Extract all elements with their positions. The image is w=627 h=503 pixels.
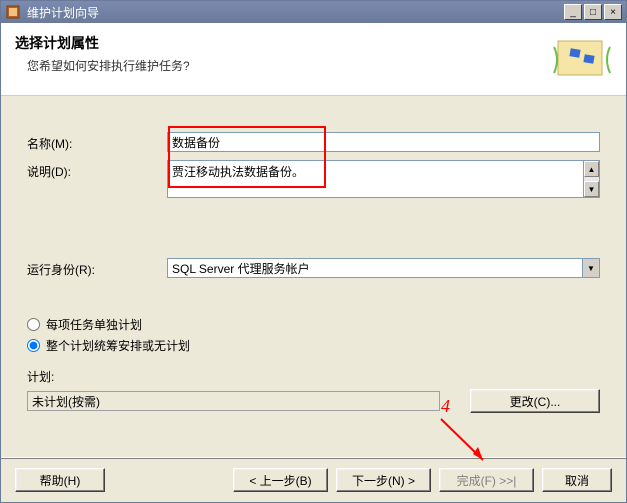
header-illustration-icon [552, 33, 612, 85]
chevron-down-icon[interactable]: ▼ [583, 258, 600, 278]
body-panel: 名称(M): 说明(D): ▲ ▼ 运行身份(R): SQL Server 代理… [1, 96, 626, 457]
window-controls: _ □ × [564, 4, 622, 20]
runas-row: 运行身份(R): SQL Server 代理服务帐户 ▼ [27, 258, 600, 278]
back-button[interactable]: < 上一步(B) [233, 468, 328, 492]
page-heading: 选择计划属性 [15, 33, 552, 53]
radio-opt1-label: 每项任务单独计划 [46, 316, 142, 333]
change-schedule-button[interactable]: 更改(C)... [470, 389, 600, 413]
scroll-down-icon[interactable]: ▼ [584, 181, 599, 197]
footer-panel: 帮助(H) < 上一步(B) 下一步(N) > 完成(F) >>| 取消 [1, 457, 626, 502]
scroll-up-icon[interactable]: ▲ [584, 161, 599, 177]
runas-label: 运行身份(R): [27, 258, 167, 278]
radio-opt2[interactable] [27, 339, 40, 352]
maximize-button[interactable]: □ [584, 4, 602, 20]
plan-row: 更改(C)... [27, 389, 600, 413]
name-input[interactable] [167, 132, 600, 152]
radio-separate-schedule[interactable]: 每项任务单独计划 [27, 316, 600, 333]
app-icon [5, 4, 21, 20]
description-row: 说明(D): ▲ ▼ [27, 160, 600, 198]
plan-section-label: 计划: [27, 368, 600, 385]
radio-opt1[interactable] [27, 318, 40, 331]
next-button[interactable]: 下一步(N) > [336, 468, 431, 492]
name-row: 名称(M): [27, 132, 600, 152]
description-wrap: ▲ ▼ [167, 160, 600, 198]
runas-select[interactable]: SQL Server 代理服务帐户 [167, 258, 583, 278]
help-button[interactable]: 帮助(H) [15, 468, 105, 492]
plan-section: 计划: 更改(C)... [27, 368, 600, 413]
titlebar: 维护计划向导 _ □ × [1, 1, 626, 23]
description-scrollbar[interactable]: ▲ ▼ [583, 160, 600, 198]
header-panel: 选择计划属性 您希望如何安排执行维护任务? [1, 23, 626, 96]
wizard-window: 维护计划向导 _ □ × 选择计划属性 您希望如何安排执行维护任务? 名称(M)… [0, 0, 627, 503]
plan-value-input [27, 391, 440, 411]
runas-select-wrap[interactable]: SQL Server 代理服务帐户 ▼ [167, 258, 600, 278]
close-button[interactable]: × [604, 4, 622, 20]
window-title: 维护计划向导 [27, 4, 564, 21]
minimize-button[interactable]: _ [564, 4, 582, 20]
page-subtext: 您希望如何安排执行维护任务? [15, 57, 552, 74]
header-text: 选择计划属性 您希望如何安排执行维护任务? [15, 33, 552, 74]
description-input[interactable] [167, 160, 583, 198]
name-label: 名称(M): [27, 132, 167, 152]
annotation-arrow-icon [431, 414, 501, 474]
radio-opt2-label: 整个计划统筹安排或无计划 [46, 337, 190, 354]
radio-whole-plan[interactable]: 整个计划统筹安排或无计划 [27, 337, 600, 354]
cancel-button[interactable]: 取消 [542, 468, 612, 492]
description-label: 说明(D): [27, 160, 167, 180]
